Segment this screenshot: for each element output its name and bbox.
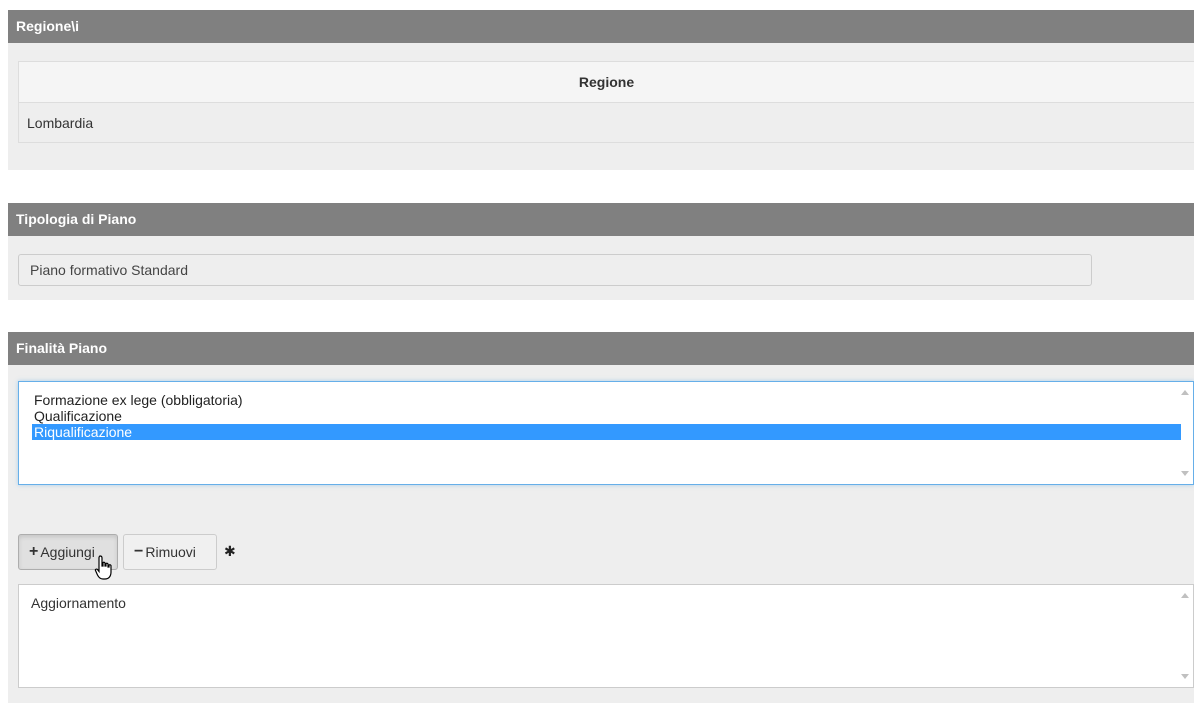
finalita-panel-title: Finalità Piano (8, 332, 1194, 365)
tipologia-panel-body: Piano formativo Standard (8, 236, 1194, 300)
finalita-panel: Finalità Piano Formazione ex lege (obbli… (8, 332, 1194, 703)
regione-table: Regione Lombardia (18, 61, 1194, 143)
tipologia-field: Piano formativo Standard (18, 254, 1092, 286)
regione-cell: Lombardia (19, 103, 1194, 143)
scroll-down-arrow-icon[interactable] (1181, 674, 1189, 679)
finalita-options: Formazione ex lege (obbligatoria) Qualif… (32, 392, 1181, 440)
regione-panel-body: Regione Lombardia (8, 43, 1194, 170)
tipologia-panel: Tipologia di Piano Piano formativo Stand… (8, 203, 1194, 300)
hand-cursor-icon (94, 555, 116, 581)
minus-icon: − (134, 543, 143, 561)
table-row: Lombardia (19, 103, 1194, 143)
finalita-selected-list[interactable]: Aggiornamento (18, 584, 1194, 688)
list-item[interactable]: Aggiornamento (31, 595, 126, 611)
tipologia-panel-title: Tipologia di Piano (8, 203, 1194, 236)
scrollbar[interactable] (1178, 382, 1193, 484)
required-asterisk-icon: ✱ (224, 543, 236, 560)
scroll-up-arrow-icon[interactable] (1181, 593, 1189, 598)
remove-button-label: Rimuovi (145, 544, 196, 560)
scrollbar[interactable] (1178, 585, 1193, 687)
regione-panel-title: Regione\i (8, 10, 1194, 43)
regione-panel: Regione\i Regione Lombardia (8, 10, 1194, 170)
add-button-label: Aggiungi (40, 544, 95, 560)
plus-icon: + (29, 543, 38, 561)
finalita-panel-body: Formazione ex lege (obbligatoria) Qualif… (8, 365, 1194, 703)
list-item[interactable]: Formazione ex lege (obbligatoria) (32, 392, 1181, 408)
finalita-available-list[interactable]: Formazione ex lege (obbligatoria) Qualif… (18, 381, 1194, 485)
list-item[interactable]: Qualificazione (32, 408, 1181, 424)
remove-button[interactable]: − Rimuovi (123, 534, 217, 570)
scroll-down-arrow-icon[interactable] (1181, 471, 1189, 476)
scroll-up-arrow-icon[interactable] (1181, 390, 1189, 395)
regione-column-header: Regione (19, 62, 1194, 103)
list-item[interactable]: Riqualificazione (32, 424, 1181, 440)
